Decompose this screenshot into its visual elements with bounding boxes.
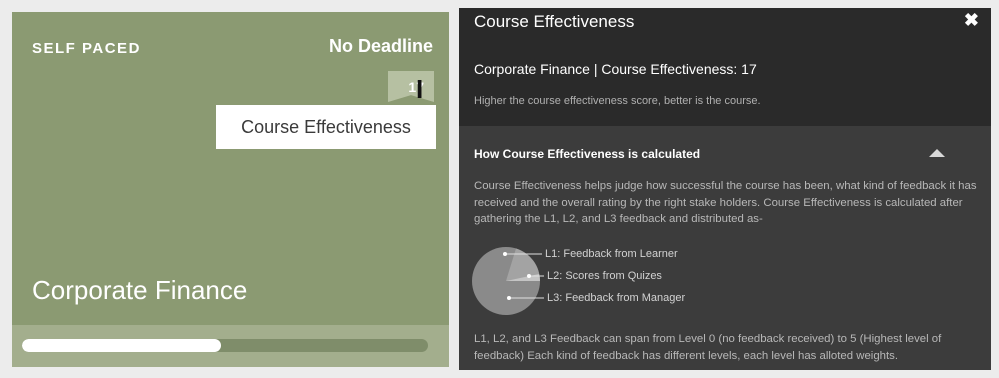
- deadline-label: No Deadline: [328, 36, 433, 56]
- dialog-header: Course Effectiveness ✖ Corporate Finance…: [459, 8, 991, 126]
- close-icon[interactable]: ✖: [964, 10, 979, 31]
- leader-dot-l2: [527, 274, 531, 278]
- progress-bar-fill: [22, 339, 221, 352]
- course-effectiveness-dialog: Course Effectiveness ✖ Corporate Finance…: [459, 8, 991, 370]
- dialog-title: Course Effectiveness: [474, 12, 635, 31]
- section-description: Course Effectiveness helps judge how suc…: [474, 180, 977, 225]
- course-title[interactable]: Corporate Finance: [32, 275, 247, 306]
- legend-label-l1: L1: Feedback from Learner: [545, 248, 678, 260]
- effectiveness-tooltip: Course Effectiveness: [216, 105, 436, 149]
- distribution-figure: L1: Feedback from Learner L2: Scores fro…: [472, 246, 685, 316]
- section-heading[interactable]: How Course Effectiveness is calculated: [474, 147, 700, 161]
- pacing-label: SELF PACED: [32, 40, 141, 57]
- progress-bar: [22, 339, 428, 352]
- progress-area: [12, 325, 449, 367]
- dialog-subtitle: Corporate Finance | Course Effectiveness…: [474, 61, 757, 77]
- collapse-up-icon[interactable]: [929, 149, 945, 157]
- levels-description: L1, L2, and L3 Feedback can span from Le…: [474, 333, 942, 362]
- legend-label-l2: L2: Scores from Quizes: [547, 270, 662, 282]
- course-card[interactable]: SELF PACED No Deadline 17 I Course Effec…: [12, 12, 449, 367]
- leader-dot-l3: [507, 296, 511, 300]
- legend-label-l3: L3: Feedback from Manager: [547, 292, 686, 304]
- text-cursor-icon: I: [416, 74, 424, 104]
- leader-dot-l1: [503, 252, 507, 256]
- effectiveness-score-badge[interactable]: 17: [388, 71, 434, 102]
- dialog-hint: Higher the course effectiveness score, b…: [474, 95, 761, 107]
